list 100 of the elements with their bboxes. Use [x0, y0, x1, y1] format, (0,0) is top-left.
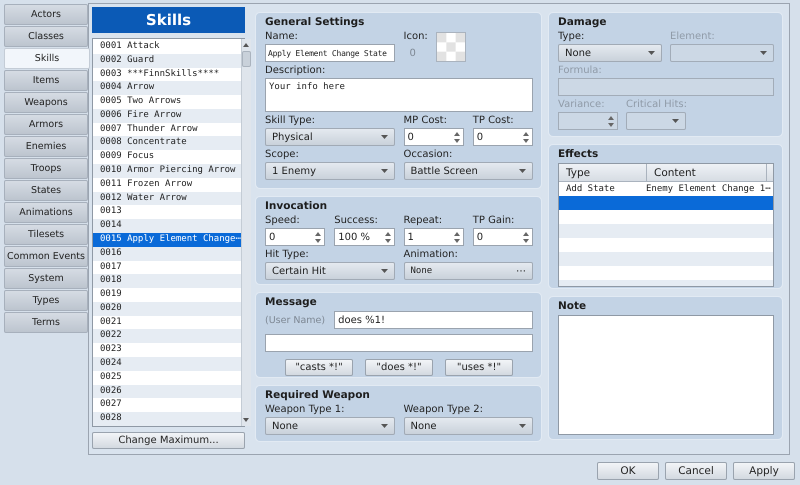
message-preset-button[interactable]: "casts *!": [285, 359, 353, 376]
list-item[interactable]: 0011 Frozen Arrow: [93, 178, 241, 192]
number-field[interactable]: 1: [404, 228, 464, 246]
dialog-button[interactable]: Apply: [733, 462, 795, 480]
list-item[interactable]: 0008 Concentrate: [93, 136, 241, 150]
number-field[interactable]: 0: [404, 128, 464, 146]
list-item[interactable]: 0025: [93, 370, 241, 385]
list-item[interactable]: 0018: [93, 274, 241, 288]
field-label: Icon:: [404, 31, 429, 42]
dialog-button[interactable]: OK: [597, 462, 659, 480]
column-header[interactable]: Type: [559, 164, 647, 181]
caret-icon: [380, 135, 388, 139]
list-item[interactable]: 0022: [93, 329, 241, 344]
field-label: Critical Hits:: [626, 99, 686, 110]
list-item[interactable]: 0015 Apply Element Change⋯: [93, 232, 241, 247]
table-cell-text: Add State: [565, 184, 616, 194]
list-item[interactable]: 0012 Water Arrow: [93, 192, 241, 206]
dropdown[interactable]: None: [404, 417, 533, 435]
list-item[interactable]: 0024: [93, 356, 241, 371]
scroll-down-icon[interactable]: [243, 418, 250, 422]
list-item[interactable]: 0027: [93, 398, 241, 412]
database-tab[interactable]: System: [4, 268, 88, 289]
dropdown[interactable]: Battle Screen: [404, 162, 533, 180]
icon-index: 0: [410, 48, 416, 59]
list-item[interactable]: 0003 ***FinnSkills****: [93, 68, 241, 82]
change-maximum-button[interactable]: Change Maximum...: [92, 432, 245, 449]
database-tab[interactable]: Tilesets: [4, 224, 88, 245]
database-tab[interactable]: Classes: [4, 26, 88, 47]
list-item[interactable]: 0007 Thunder Arrow: [93, 122, 241, 136]
field-label: Scope:: [265, 149, 300, 160]
list-item[interactable]: 0016: [93, 246, 241, 260]
section-title: Effects: [558, 148, 600, 160]
database-tab[interactable]: Skills: [4, 48, 90, 69]
section-title: Damage: [558, 16, 608, 28]
caret-icon: [648, 51, 655, 55]
database-tab[interactable]: States: [4, 180, 88, 201]
list-item[interactable]: 0023: [93, 343, 241, 357]
dropdown[interactable]: None: [558, 44, 662, 62]
list-item[interactable]: 0004 Arrow: [93, 81, 241, 96]
text-area[interactable]: Your info here: [265, 78, 533, 112]
list-item[interactable]: 0009 Focus: [93, 150, 241, 164]
scroll-up-icon[interactable]: [243, 43, 250, 47]
icon-preview[interactable]: [436, 32, 466, 62]
field-label: Formula:: [558, 65, 603, 76]
text-field[interactable]: Apply Element Change State: [265, 44, 394, 62]
list-item[interactable]: 0013: [93, 205, 241, 220]
picker-button[interactable]: None ⋯: [404, 262, 533, 280]
field-label: Success:: [334, 215, 379, 226]
list-item[interactable]: 0014: [93, 219, 241, 233]
spin-arrows-icon: [523, 232, 529, 242]
section-title: Note: [558, 300, 588, 312]
section-title: Required Weapon: [265, 389, 371, 401]
dropdown[interactable]: Certain Hit: [265, 262, 394, 280]
list-item[interactable]: 0006 Fire Arrow: [93, 108, 241, 123]
spin-arrows-icon: [523, 132, 529, 142]
scrollbar[interactable]: [240, 39, 251, 426]
list-item[interactable]: 0005 Two Arrows: [93, 95, 241, 109]
database-tab[interactable]: Weapons: [4, 92, 88, 113]
field-label: Weapon Type 1:: [265, 404, 346, 415]
list-item[interactable]: 0001 Attack: [93, 40, 241, 54]
database-tab[interactable]: Common Events: [4, 246, 88, 267]
scroll-thumb[interactable]: [242, 51, 251, 67]
database-tab[interactable]: Enemies: [4, 136, 88, 157]
spin-arrows-icon: [315, 232, 322, 242]
database-tab[interactable]: Troops: [4, 158, 88, 179]
list-item[interactable]: 0002 Guard: [93, 54, 241, 68]
caret-icon: [380, 269, 388, 273]
list-item[interactable]: 0020: [93, 302, 241, 316]
dialog-button[interactable]: Cancel: [665, 462, 727, 480]
list-item[interactable]: 0019: [93, 288, 241, 302]
number-field[interactable]: 100 %: [334, 228, 394, 246]
table-row[interactable]: Add State Enemy Element Change 1⋯: [559, 182, 773, 196]
list-item[interactable]: 0017: [93, 260, 241, 274]
table-cell-text: Enemy Element Change 1⋯: [645, 184, 772, 194]
message-preset-button[interactable]: "does *!": [365, 359, 433, 376]
text-field[interactable]: [265, 334, 533, 352]
database-tab[interactable]: Actors: [4, 4, 88, 25]
dropdown[interactable]: None: [265, 417, 394, 435]
list-item[interactable]: 0026: [93, 384, 241, 398]
message-preset-button[interactable]: "uses *!": [445, 359, 513, 376]
database-tab[interactable]: Animations: [4, 202, 88, 223]
field-label: TP Cost:: [472, 115, 515, 126]
database-tab[interactable]: Items: [4, 70, 88, 91]
database-tab[interactable]: Types: [4, 290, 88, 311]
number-field[interactable]: 0: [472, 228, 533, 246]
number-field[interactable]: 0: [265, 228, 326, 246]
text-field[interactable]: does %1!: [334, 311, 534, 329]
list-item[interactable]: 0028: [93, 412, 241, 426]
column-header[interactable]: Content: [647, 164, 767, 181]
note-field[interactable]: [558, 315, 774, 435]
number-field[interactable]: 0: [472, 128, 533, 146]
list-item[interactable]: 0021: [93, 316, 241, 330]
list-header: Skills: [92, 7, 245, 33]
list-item[interactable]: 0010 Armor Piercing Arrow: [93, 164, 241, 178]
caret-icon: [672, 119, 679, 123]
database-tab[interactable]: Terms: [4, 312, 88, 333]
dropdown[interactable]: Physical: [265, 128, 394, 146]
section-title: Invocation: [265, 200, 328, 212]
database-tab[interactable]: Armors: [4, 114, 88, 135]
dropdown[interactable]: 1 Enemy: [265, 162, 394, 180]
